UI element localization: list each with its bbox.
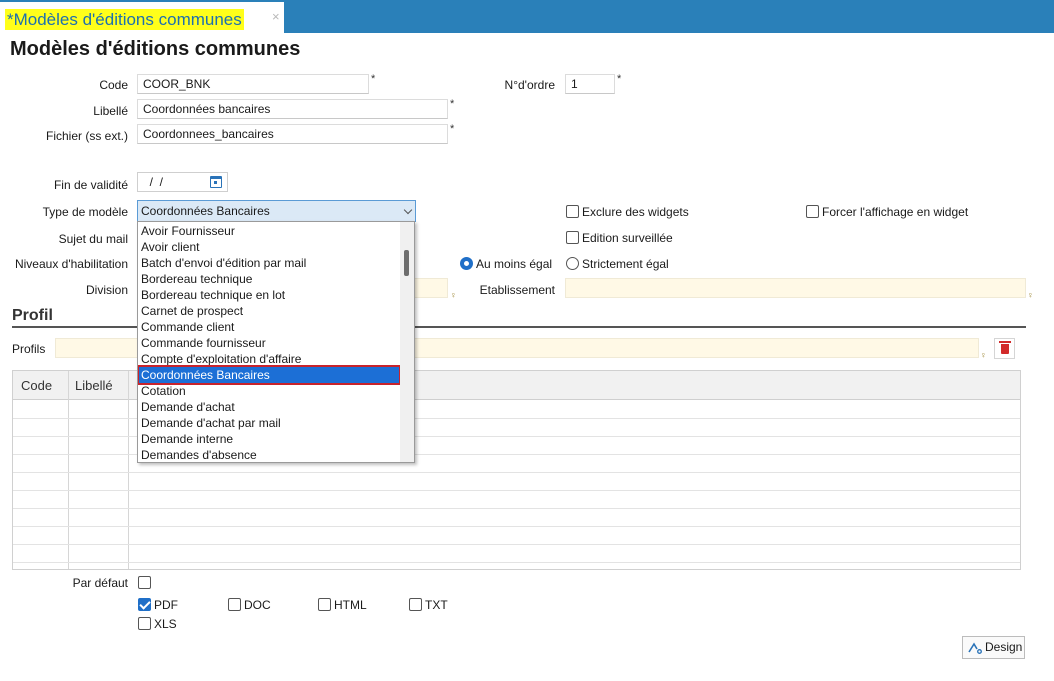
column-divider — [128, 371, 129, 569]
table-row[interactable] — [13, 508, 1020, 509]
code-required-mark: * — [371, 73, 376, 85]
xls-checkbox[interactable] — [138, 617, 151, 630]
dropdown-option[interactable]: Carnet de prospect — [139, 303, 399, 319]
tab-label[interactable]: *Modèles d'éditions communes — [5, 9, 244, 30]
exclure-widgets-label: Exclure des widgets — [582, 205, 689, 219]
txt-checkbox[interactable] — [409, 598, 422, 611]
design-icon — [968, 642, 982, 654]
dropdown-option[interactable]: Coordonnées Bancaires — [138, 365, 401, 385]
au-moins-egal-radio[interactable] — [460, 257, 473, 270]
forcer-widget-checkbox[interactable] — [806, 205, 819, 218]
html-label: HTML — [334, 598, 367, 612]
type-modele-label: Type de modèle — [42, 205, 128, 219]
delete-profil-button[interactable] — [994, 338, 1015, 359]
division-label: Division — [85, 283, 128, 297]
fichier-field[interactable]: Coordonnees_bancaires — [137, 124, 448, 144]
dropdown-option[interactable]: Batch d'envoi d'édition par mail — [139, 255, 399, 271]
dropdown-option[interactable]: Commande fournisseur — [139, 335, 399, 351]
dropdown-option[interactable]: Commande client — [139, 319, 399, 335]
doc-checkbox[interactable] — [228, 598, 241, 611]
edition-surveillee-checkbox[interactable] — [566, 231, 579, 244]
profils-lookup-icon[interactable]: ♀ — [980, 350, 987, 360]
forcer-widget-label: Forcer l'affichage en widget — [822, 205, 969, 219]
fin-validite-label: Fin de validité — [53, 178, 128, 192]
column-header-libelle[interactable]: Libellé — [75, 378, 113, 393]
table-row[interactable] — [13, 526, 1020, 527]
dropdown-option[interactable]: Demande d'achat — [139, 399, 399, 415]
dropdown-option[interactable]: Bordereau technique en lot — [139, 287, 399, 303]
table-row[interactable] — [13, 562, 1020, 563]
type-modele-value: Coordonnées Bancaires — [141, 204, 270, 218]
dropdown-option[interactable]: Bordereau technique — [139, 271, 399, 287]
sujet-mail-label: Sujet du mail — [58, 232, 128, 246]
par-defaut-checkbox[interactable] — [138, 576, 151, 589]
exclure-widgets-checkbox[interactable] — [566, 205, 579, 218]
page-title: Modèles d'éditions communes — [10, 38, 301, 60]
txt-label: TXT — [425, 598, 448, 612]
fin-validite-field[interactable]: / / — [137, 172, 228, 192]
au-moins-egal-label: Au moins égal — [476, 257, 553, 271]
type-modele-select[interactable]: Coordonnées Bancaires — [137, 200, 416, 222]
table-row[interactable] — [13, 472, 1020, 473]
xls-label: XLS — [154, 617, 177, 631]
design-button-label: Design — [985, 640, 1023, 654]
dropdown-option[interactable]: Avoir client — [139, 239, 399, 255]
doc-label: DOC — [244, 598, 271, 612]
chevron-down-icon[interactable] — [403, 205, 413, 215]
dropdown-option[interactable]: Demande interne — [139, 431, 399, 447]
pdf-label: PDF — [154, 598, 178, 612]
niveaux-label: Niveaux d'habilitation — [14, 257, 128, 271]
etablissement-field[interactable] — [565, 278, 1026, 298]
table-row[interactable] — [13, 490, 1020, 491]
division-lookup-icon[interactable]: ♀ — [450, 290, 457, 300]
libelle-required-mark: * — [450, 98, 455, 110]
ordre-field[interactable]: 1 — [565, 74, 615, 94]
dropdown-option[interactable]: Compte d'exploitation d'affaire — [139, 351, 399, 367]
fichier-required-mark: * — [450, 123, 455, 135]
design-button[interactable]: Design — [962, 636, 1025, 659]
dropdown-option[interactable]: Avoir Fournisseur — [139, 223, 399, 239]
dropdown-scrollbar[interactable] — [400, 222, 414, 462]
code-field[interactable]: COOR_BNK — [137, 74, 369, 94]
calendar-icon[interactable] — [210, 176, 222, 188]
etablissement-lookup-icon[interactable]: ♀ — [1027, 290, 1034, 300]
fin-validite-value: / / — [143, 175, 164, 189]
ordre-required-mark: * — [617, 73, 622, 85]
profils-label: Profils — [12, 342, 46, 356]
dropdown-option[interactable]: Cotation — [139, 383, 399, 399]
table-row[interactable] — [13, 544, 1020, 545]
profil-section-title: Profil — [12, 307, 53, 324]
strictement-egal-radio[interactable] — [566, 257, 579, 270]
trash-icon — [999, 341, 1011, 354]
strictement-egal-label: Strictement égal — [582, 257, 669, 271]
code-label: Code — [99, 78, 128, 92]
html-checkbox[interactable] — [318, 598, 331, 611]
fichier-label: Fichier (ss ext.) — [45, 129, 128, 143]
dropdown-option[interactable]: Demandes d'absence — [139, 447, 399, 462]
dropdown-scrollbar-thumb[interactable] — [404, 250, 409, 276]
ordre-label: N°d'ordre — [504, 78, 555, 92]
dropdown-option[interactable]: Demande d'achat par mail — [139, 415, 399, 431]
etablissement-label: Etablissement — [479, 283, 555, 297]
libelle-field[interactable]: Coordonnées bancaires — [137, 99, 448, 119]
column-divider — [68, 371, 69, 569]
edition-surveillee-label: Edition surveillée — [582, 231, 673, 245]
par-defaut-label: Par défaut — [72, 576, 128, 590]
tab-close-icon[interactable]: × — [272, 9, 280, 24]
type-modele-dropdown[interactable]: Avoir Fournisseur Avoir client Batch d'env… — [137, 221, 415, 463]
pdf-checkbox[interactable] — [138, 598, 151, 611]
tab-modeles-editions[interactable]: *Modèles d'éditions communes × — [0, 0, 284, 33]
column-header-code[interactable]: Code — [21, 378, 52, 393]
libelle-label: Libellé — [93, 104, 128, 118]
